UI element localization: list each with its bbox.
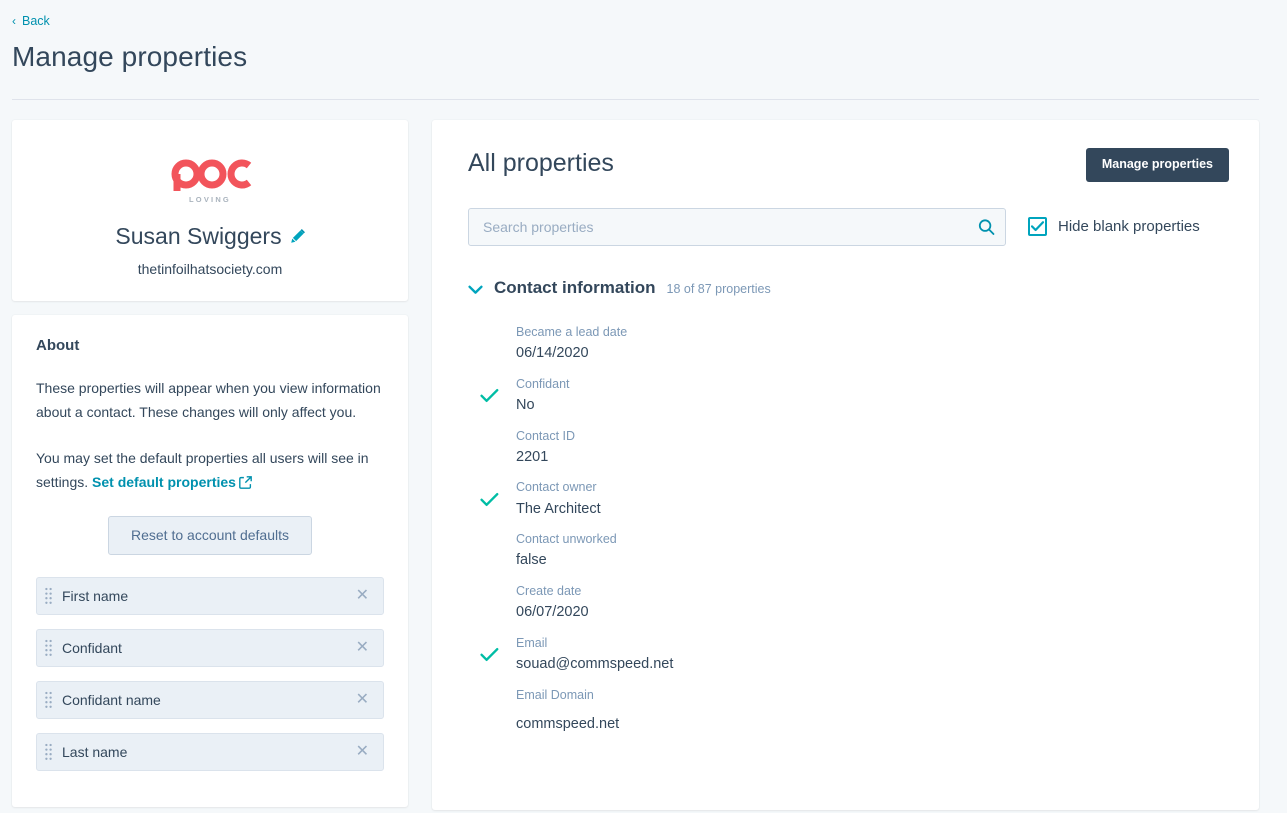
property-rows: Became a lead date 06/14/2020 Confidant [468,318,1229,741]
property-label: Contact owner [516,480,597,494]
property-group-title: Contact information [494,278,656,298]
back-link-label: Back [22,15,50,28]
property-label: Contact ID [516,429,575,443]
all-properties-title: All properties [468,148,614,178]
property-value: false [516,550,1229,572]
close-icon[interactable]: ✕ [354,690,371,710]
property-group-count: 18 of 87 properties [667,282,771,296]
reset-to-account-defaults-button[interactable]: Reset to account defaults [108,516,312,555]
search-row: Hide blank properties [468,208,1229,246]
property-label: Became a lead date [516,325,627,339]
hide-blank-properties-checkbox[interactable]: Hide blank properties [1028,217,1200,236]
drag-handle-icon[interactable] [45,587,52,605]
checkmark-icon [480,647,499,662]
property-row[interactable]: Confidant No [480,370,1229,422]
property-pill[interactable]: First name ✕ [36,577,384,615]
property-row[interactable]: Email souad@commspeed.net [480,629,1229,681]
set-default-properties-link[interactable]: Set default properties [92,474,236,490]
property-selected-indicator [480,647,516,662]
profile-domain: thetinfoilhatsociety.com [30,261,390,277]
chevron-down-icon[interactable] [468,285,483,295]
property-value: commspeed.net [516,714,1229,736]
drag-handle-icon[interactable] [45,743,52,761]
drag-handle-icon[interactable] [45,639,52,657]
property-pill-label: Confidant name [62,692,354,708]
property-value: 06/14/2020 [516,343,1229,365]
property-label: Confidant [516,377,570,391]
property-group-contact-information: Contact information 18 of 87 properties … [468,278,1229,741]
close-icon[interactable]: ✕ [354,638,371,658]
property-row[interactable]: Contact unworked false [480,525,1229,577]
property-row[interactable]: Email Domain commspeed.net [480,681,1229,741]
all-properties-header: All properties Manage properties [468,148,1229,182]
property-group-header[interactable]: Contact information 18 of 87 properties [468,278,1229,298]
property-value: souad@commspeed.net [516,654,1229,676]
reset-button-row: Reset to account defaults [36,516,384,555]
page-header: ‹ Back Manage properties [0,0,1287,74]
logo-subtext: LOVING [189,195,231,204]
checkmark-icon [480,492,499,507]
property-value: No [516,395,1229,417]
company-logo: LOVING [30,150,390,210]
about-paragraph-2: You may set the default properties all u… [36,446,384,496]
about-card: About These properties will appear when … [12,315,408,807]
hide-blank-properties-label: Hide blank properties [1058,218,1200,235]
logo-icon [168,156,252,192]
property-label: Email [516,636,547,650]
checkbox-box[interactable] [1028,217,1047,236]
pencil-icon[interactable] [290,229,305,244]
property-label: Create date [516,584,581,598]
profile-name: Susan Swiggers [115,222,281,252]
chevron-left-icon: ‹ [12,15,16,27]
property-selected-indicator [480,492,516,507]
left-column: LOVING Susan Swiggers thetinfoilhatsocie… [12,120,408,807]
property-pill-label: Last name [62,744,354,760]
manage-properties-button[interactable]: Manage properties [1086,148,1229,182]
property-pill[interactable]: Last name ✕ [36,733,384,771]
property-row[interactable]: Create date 06/07/2020 [480,577,1229,629]
property-pill[interactable]: Confidant ✕ [36,629,384,667]
property-value: 2201 [516,447,1229,469]
property-pill[interactable]: Confidant name ✕ [36,681,384,719]
property-row[interactable]: Contact ID 2201 [480,422,1229,474]
back-link[interactable]: ‹ Back [12,15,50,28]
search-box [468,208,1006,246]
property-label: Contact unworked [516,532,617,546]
property-pill-label: Confidant [62,640,354,656]
property-value: The Architect [516,499,1229,521]
drag-handle-icon[interactable] [45,691,52,709]
profile-card: LOVING Susan Swiggers thetinfoilhatsocie… [12,120,408,301]
page-title: Manage properties [12,39,1287,74]
main-layout: LOVING Susan Swiggers thetinfoilhatsocie… [0,100,1287,810]
property-selected-indicator [480,388,516,403]
property-pill-label: First name [62,588,354,604]
close-icon[interactable]: ✕ [354,586,371,606]
profile-name-row: Susan Swiggers [115,222,304,252]
all-properties-card: All properties Manage properties [432,120,1259,810]
selected-properties-list: First name ✕ Confidant ✕ [36,577,384,771]
property-row[interactable]: Became a lead date 06/14/2020 [480,318,1229,370]
external-link-icon [239,472,252,496]
property-label: Email Domain [516,688,594,702]
right-column: All properties Manage properties [432,120,1259,810]
property-row[interactable]: Contact owner The Architect [480,473,1229,525]
search-input[interactable] [468,208,1006,246]
close-icon[interactable]: ✕ [354,742,371,762]
about-title: About [36,337,384,354]
property-value: 06/07/2020 [516,602,1229,624]
checkmark-icon [480,388,499,403]
checkmark-icon [1031,221,1044,232]
search-icon[interactable] [978,218,995,235]
about-paragraph-1: These properties will appear when you vi… [36,376,384,424]
